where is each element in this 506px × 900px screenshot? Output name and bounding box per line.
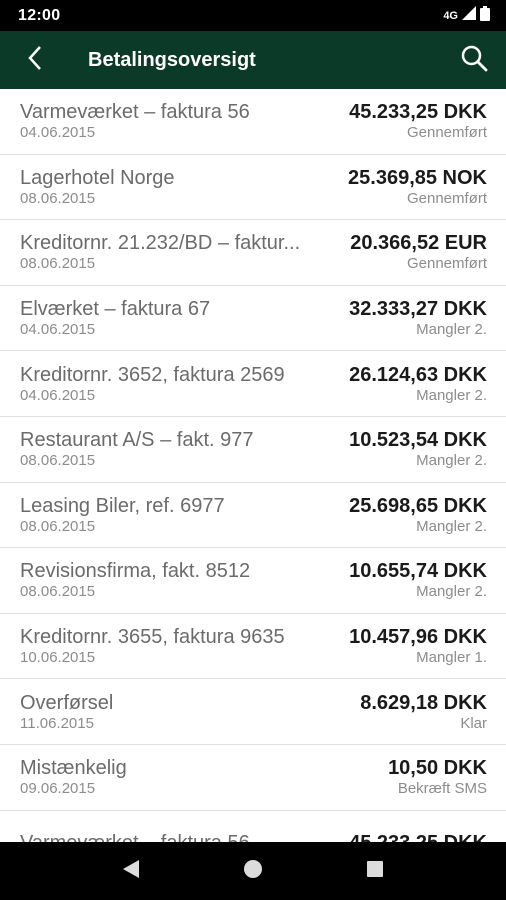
payment-name: Restaurant A/S – fakt. 977 bbox=[20, 429, 254, 452]
payment-status: Mangler 2. bbox=[416, 321, 487, 339]
battery-icon bbox=[480, 5, 490, 26]
payment-amount: 8.629,18 DKK bbox=[360, 691, 487, 714]
payment-amount: 25.698,65 DKK bbox=[349, 494, 487, 517]
payment-name: Lagerhotel Norge bbox=[20, 166, 175, 189]
payment-status: Klar bbox=[460, 714, 487, 732]
payment-amount: 20.366,52 EUR bbox=[350, 232, 487, 255]
search-button[interactable] bbox=[442, 31, 506, 89]
payment-name: Varmeværket – faktura 56 bbox=[20, 831, 339, 842]
status-time: 12:00 bbox=[18, 6, 61, 24]
payment-date: 09.06.2015 bbox=[20, 780, 96, 798]
payment-date: 08.06.2015 bbox=[20, 517, 96, 535]
payment-amount: 25.369,85 NOK bbox=[348, 166, 487, 189]
payment-amount: 10.457,96 DKK bbox=[349, 626, 487, 649]
payment-date: 04.06.2015 bbox=[20, 321, 96, 339]
payment-row[interactable]: Overførsel 11.06.2015 8.629,18 DKK Klar bbox=[0, 679, 506, 745]
payment-name: Varmeværket – faktura 56 bbox=[20, 101, 250, 124]
nav-recents-button[interactable] bbox=[350, 846, 400, 896]
nav-home-icon bbox=[243, 859, 263, 884]
status-bar: 12:00 4G bbox=[0, 0, 506, 31]
back-arrow-icon bbox=[27, 45, 43, 76]
payment-amount: 10.523,54 DKK bbox=[349, 429, 487, 452]
payment-row[interactable]: Varmeværket – faktura 56 45.233,25 DKK bbox=[0, 811, 506, 842]
payment-date: 08.06.2015 bbox=[20, 452, 96, 470]
payment-name: Mistænkelig bbox=[20, 757, 127, 780]
payment-name: Kreditornr. 3652, faktura 2569 bbox=[20, 363, 285, 386]
payment-name: Elværket – faktura 67 bbox=[20, 298, 211, 321]
payment-name: Overførsel bbox=[20, 691, 114, 714]
back-button[interactable] bbox=[0, 31, 70, 89]
network-type: 4G bbox=[443, 9, 458, 22]
payment-status: Bekræft SMS bbox=[397, 780, 487, 798]
payment-name: Revisionsfirma, fakt. 8512 bbox=[20, 560, 251, 583]
payment-date: 08.06.2015 bbox=[20, 189, 96, 207]
payment-status: Gennemført bbox=[406, 255, 487, 273]
payment-name: Kreditornr. 21.232/BD – faktur... bbox=[20, 232, 301, 255]
payment-row[interactable]: Kreditornr. 3655, faktura 9635 10.06.2015… bbox=[0, 614, 506, 680]
payment-status: Mangler 2. bbox=[416, 517, 487, 535]
payment-status: Mangler 1. bbox=[416, 649, 487, 667]
payment-amount: 10,50 DKK bbox=[388, 757, 487, 780]
payment-date: 11.06.2015 bbox=[20, 714, 94, 732]
payment-date: 08.06.2015 bbox=[20, 255, 96, 273]
payment-status: Gennemført bbox=[406, 189, 487, 207]
page-title: Betalingsoversigt bbox=[88, 48, 256, 71]
payment-list[interactable]: Varmeværket – faktura 56 04.06.2015 45.23… bbox=[0, 89, 506, 842]
payment-date: 04.06.2015 bbox=[20, 124, 96, 142]
payment-status: Gennemført bbox=[406, 124, 487, 142]
system-nav-bar bbox=[0, 842, 506, 900]
payment-row[interactable]: Varmeværket – faktura 56 04.06.2015 45.23… bbox=[0, 89, 506, 155]
payment-amount: 32.333,27 DKK bbox=[349, 298, 487, 321]
payment-status: Mangler 2. bbox=[416, 583, 487, 601]
payment-name: Kreditornr. 3655, faktura 9635 bbox=[20, 626, 285, 649]
payment-amount: 26.124,63 DKK bbox=[349, 363, 487, 386]
payment-date: 10.06.2015 bbox=[20, 649, 96, 667]
payment-date: 04.06.2015 bbox=[20, 386, 96, 404]
payment-amount: 45.233,25 DKK bbox=[349, 101, 487, 124]
payment-status: Mangler 2. bbox=[416, 386, 487, 404]
payment-row[interactable]: Restaurant A/S – fakt. 977 08.06.2015 10.… bbox=[0, 417, 506, 483]
signal-icon bbox=[462, 6, 476, 25]
status-icons: 4G bbox=[443, 5, 490, 26]
app-bar: Betalingsoversigt bbox=[0, 31, 506, 89]
nav-back-icon bbox=[122, 859, 140, 884]
payment-date: 08.06.2015 bbox=[20, 583, 96, 601]
search-icon bbox=[460, 44, 488, 77]
payment-row[interactable]: Mistænkelig 09.06.2015 10,50 DKK Bekræft S… bbox=[0, 745, 506, 811]
nav-recents-icon bbox=[366, 860, 384, 883]
payment-amount: 45.233,25 DKK bbox=[349, 831, 487, 842]
nav-home-button[interactable] bbox=[228, 846, 278, 896]
payment-amount: 10.655,74 DKK bbox=[349, 560, 487, 583]
payment-row[interactable]: Lagerhotel Norge 08.06.2015 25.369,85 NOK… bbox=[0, 155, 506, 221]
payment-row[interactable]: Elværket – faktura 67 04.06.2015 32.333,2… bbox=[0, 286, 506, 352]
payment-name: Leasing Biler, ref. 6977 bbox=[20, 494, 225, 517]
payment-row[interactable]: Leasing Biler, ref. 6977 08.06.2015 25.69… bbox=[0, 483, 506, 549]
payment-status: Mangler 2. bbox=[416, 452, 487, 470]
payment-row[interactable]: Kreditornr. 21.232/BD – faktur... 08.06.2… bbox=[0, 220, 506, 286]
payment-row[interactable]: Kreditornr. 3652, faktura 2569 04.06.2015… bbox=[0, 351, 506, 417]
payment-row[interactable]: Revisionsfirma, fakt. 8512 08.06.2015 10.… bbox=[0, 548, 506, 614]
nav-back-button[interactable] bbox=[106, 846, 156, 896]
